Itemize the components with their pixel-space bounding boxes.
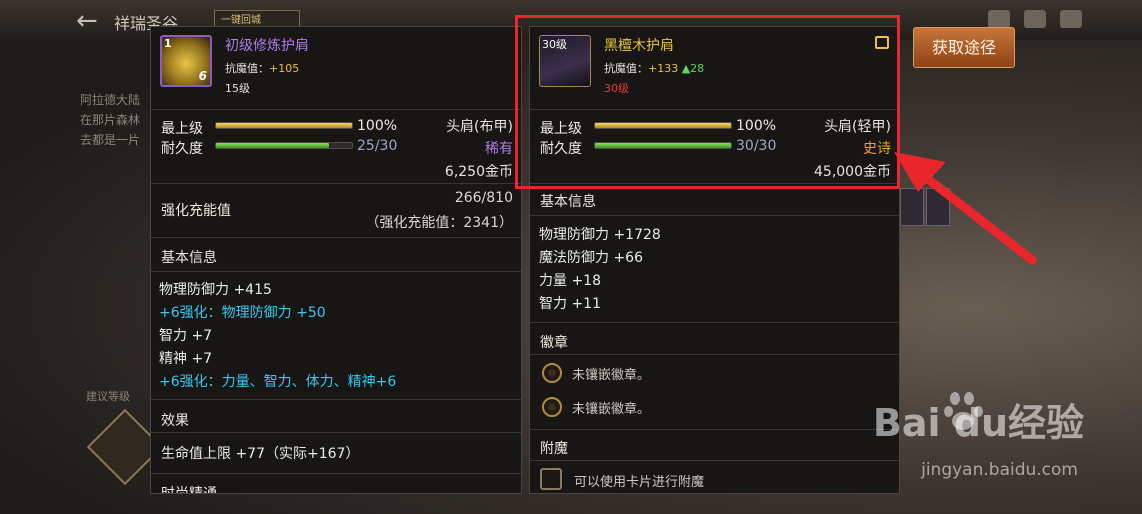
annotation-arrow-icon [894,152,1037,265]
durability-label: 耐久度 [161,141,203,157]
top-icons [988,10,1082,28]
stat-line: 力量 +18 [539,273,601,289]
background-story-text: 阿拉德大陆 在那片森林 去都是一片 [80,93,141,147]
menu-icon[interactable] [1060,10,1082,28]
divider [530,322,899,323]
watermark-url: jingyan.baidu.com [921,460,1078,480]
divider [530,215,899,216]
stat-line: 智力 +11 [539,296,601,312]
stat-line: 魔法防御力 +66 [539,250,643,266]
enchant-title: 附魔 [540,441,568,457]
stat-line: 精神 +7 [159,351,213,367]
next-section-title: 时尚精通 [161,486,217,494]
basic-info-title: 基本信息 [540,194,596,210]
enhance-value: 266/810 [454,190,513,206]
basic-info-title: 基本信息 [161,250,217,266]
emblem-slot-icon[interactable] [542,397,562,417]
stat-line: 物理防御力 +1728 [539,227,661,243]
watermark-logo: Bai du经验 [872,401,1084,445]
recommended-level-label: 建议等级 [86,390,130,403]
divider [151,237,521,238]
get-source-button[interactable]: 获取途径 [913,27,1015,68]
divider [530,460,899,461]
divider [530,429,899,430]
max-level-bar [215,122,353,129]
annotation-highlight-box [515,15,900,189]
enchant-card-slot-icon[interactable] [540,468,562,490]
durability-value: 25/30 [357,138,398,154]
enhance-label: 强化充能值 [161,203,231,219]
magic-resist: 抗魔值：+105 [225,62,300,75]
enhance-detail: （强化充能值：2341） [365,215,513,231]
item-level: 15级 [225,82,250,95]
stat-line: 物理防御力 +415 [159,282,272,298]
icon-level-badge: 1 [164,37,172,50]
divider [151,473,521,474]
shoulder-armor-icon: 1 6 [160,35,212,87]
divider [151,183,521,184]
divider [151,432,521,433]
emblem-slot-text: 未镶嵌徽章。 [572,402,651,417]
chat-icon[interactable] [1024,10,1046,28]
stat-line: +6强化：力量、智力、体力、精神+6 [159,374,397,390]
stat-line: +6强化：物理防御力 +50 [159,305,326,321]
max-level-label: 最上级 [161,121,203,137]
mail-icon[interactable] [988,10,1010,28]
durability-bar [215,142,353,149]
emblem-title: 徽章 [540,335,568,351]
emblem-slot-icon[interactable] [542,363,562,383]
stat-line: 智力 +7 [159,328,213,344]
max-level-percent: 100% [357,118,398,134]
icon-corner-label: 6 [198,69,207,83]
divider [151,271,521,272]
effect-title: 效果 [161,413,189,429]
divider [151,109,521,110]
rarity-label: 稀有 [485,141,513,157]
slot-type: 头肩(布甲) [446,119,513,135]
enchant-text: 可以使用卡片进行附魔 [574,475,705,490]
divider [530,354,899,355]
item-name: 初级修炼护肩 [225,38,309,54]
divider [151,399,521,400]
emblem-slot-text: 未镶嵌徽章。 [572,368,651,383]
back-arrow-icon[interactable]: ← [76,6,98,36]
effect-line: 生命值上限 +77（实际+167） [161,446,360,462]
equipped-item-tooltip: 1 6 初级修炼护肩 抗魔值：+105 15级 最上级 100% 头肩(布甲) … [150,26,522,494]
item-price: 6,250金币 [444,164,513,180]
